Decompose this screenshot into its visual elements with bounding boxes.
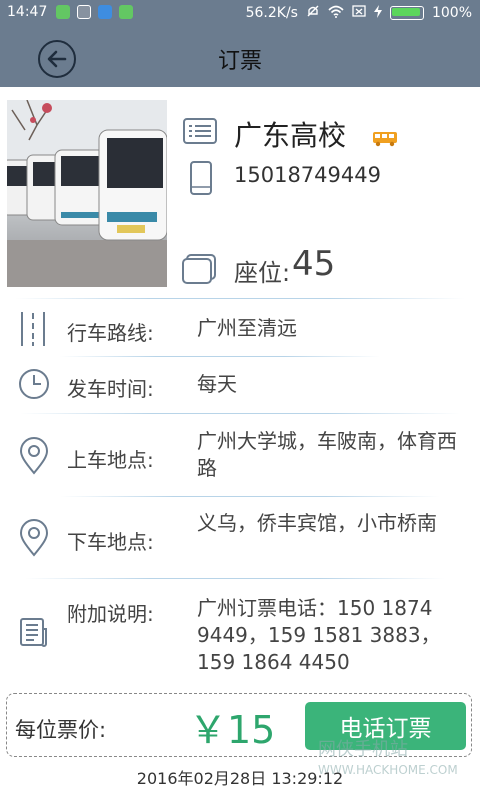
phone-number[interactable]: 15018749449 — [234, 163, 381, 187]
wifi-icon — [328, 5, 344, 22]
timestamp: 2016年02月28日 13:29:12 — [136, 769, 344, 788]
battery-icon — [389, 6, 424, 20]
id-card-icon — [183, 118, 217, 148]
bus-badge-icon — [372, 131, 398, 151]
pickup-value: 广州大学城，车陂南，体育西路 — [197, 429, 457, 480]
location-pin-icon — [18, 519, 50, 561]
price-label: 每位票价: — [15, 718, 107, 742]
notes-value: 广州订票电话：150 1874 9449，159 1581 3883，159 1… — [197, 596, 441, 674]
route-icon — [18, 310, 48, 352]
company-name: 广东高校 — [234, 119, 347, 152]
route-value: 广州至清远 — [197, 316, 297, 340]
notification-icon — [119, 5, 133, 19]
bus-photo — [7, 100, 167, 287]
location-pin-icon — [18, 437, 50, 479]
status-bar: 14:47 56.2K/s 100% — [0, 0, 480, 25]
departure-label: 发车时间: — [67, 377, 154, 401]
notification-icon — [56, 5, 70, 19]
pickup-label: 上车地点: — [67, 448, 154, 472]
phone-icon — [189, 161, 213, 199]
charging-icon — [373, 4, 382, 22]
seat-count: 45 — [292, 244, 336, 284]
notification-icon — [77, 5, 91, 19]
no-sim-icon — [352, 4, 366, 22]
battery-level: 100% — [431, 5, 472, 21]
price-value: ￥15 — [189, 708, 276, 752]
divider — [25, 578, 445, 579]
departure-value: 每天 — [197, 372, 237, 396]
page-title: 订票 — [217, 49, 262, 74]
notes-label: 附加说明: — [67, 602, 154, 626]
status-time: 14:47 — [7, 4, 48, 20]
notification-icon — [98, 5, 112, 19]
network-speed: 56.2K/s — [245, 5, 298, 21]
dropoff-value: 义乌，侨丰宾馆，小市桥南 — [197, 511, 437, 535]
seat-icon — [181, 253, 217, 289]
clock-icon — [18, 368, 50, 404]
divider — [15, 298, 465, 299]
seat-label: 座位: — [234, 259, 291, 287]
newspaper-icon — [18, 617, 48, 651]
watermark-name: 网侠手机站 — [318, 739, 408, 760]
status-right: 56.2K/s 100% — [246, 4, 472, 22]
mute-icon — [306, 4, 320, 22]
divider — [60, 496, 440, 497]
divider — [20, 413, 460, 414]
route-label: 行车路线: — [67, 321, 154, 345]
divider — [60, 356, 380, 357]
title-bar: 订票 — [0, 25, 480, 87]
dropoff-label: 下车地点: — [67, 530, 154, 554]
